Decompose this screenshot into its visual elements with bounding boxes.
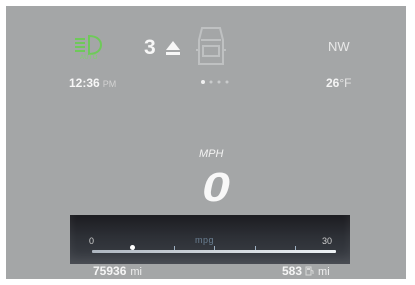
fuel-pump-icon — [305, 266, 314, 276]
clock: 12:36 PM — [69, 76, 116, 90]
odometer-value: 75936 — [93, 264, 127, 278]
range-unit: mi — [318, 266, 330, 278]
gear-indicator: 3 — [144, 36, 156, 59]
odometer: 75936 mi — [93, 264, 142, 278]
mpg-scale-tick — [255, 246, 256, 250]
page-dot — [225, 80, 229, 84]
speed-readout: 0 — [202, 165, 230, 207]
page-indicator-dots — [201, 80, 229, 84]
mpg-scale-tick — [214, 246, 215, 250]
headlight-mode-label: AUTO — [80, 55, 98, 61]
auto-headlight-icon — [75, 34, 103, 56]
range-value: 583 — [282, 264, 303, 278]
page-dot — [217, 80, 221, 84]
compass-heading: NW — [328, 39, 350, 54]
speed-value: 0 — [202, 165, 230, 207]
mpg-scale-tick — [295, 246, 296, 250]
temperature-unit: °F — [339, 76, 352, 90]
vehicle-status-icon — [196, 27, 226, 65]
mpg-scale-tick — [174, 246, 175, 250]
speed-unit-label: MPH — [199, 148, 224, 160]
page-dot — [201, 80, 205, 84]
instrument-cluster-display: AUTO 3 NW 12:36 PM 26°F MPH 0 0 30 mpg 7… — [6, 6, 406, 279]
mpg-scale-min: 0 — [89, 236, 95, 246]
mpg-label: mpg — [195, 235, 215, 245]
fuel-range: 583 mi — [282, 264, 330, 278]
clock-time: 12:36 — [69, 76, 100, 90]
temperature-value: 26 — [326, 76, 340, 90]
clock-am-pm: PM — [102, 79, 117, 89]
page-dot — [209, 80, 213, 84]
mpg-scale-max: 30 — [322, 236, 333, 246]
outside-temperature: 26°F — [326, 76, 352, 90]
mpg-scale-track — [92, 250, 336, 253]
odometer-unit: mi — [130, 266, 142, 278]
shift-up-arrow-icon — [166, 41, 180, 55]
